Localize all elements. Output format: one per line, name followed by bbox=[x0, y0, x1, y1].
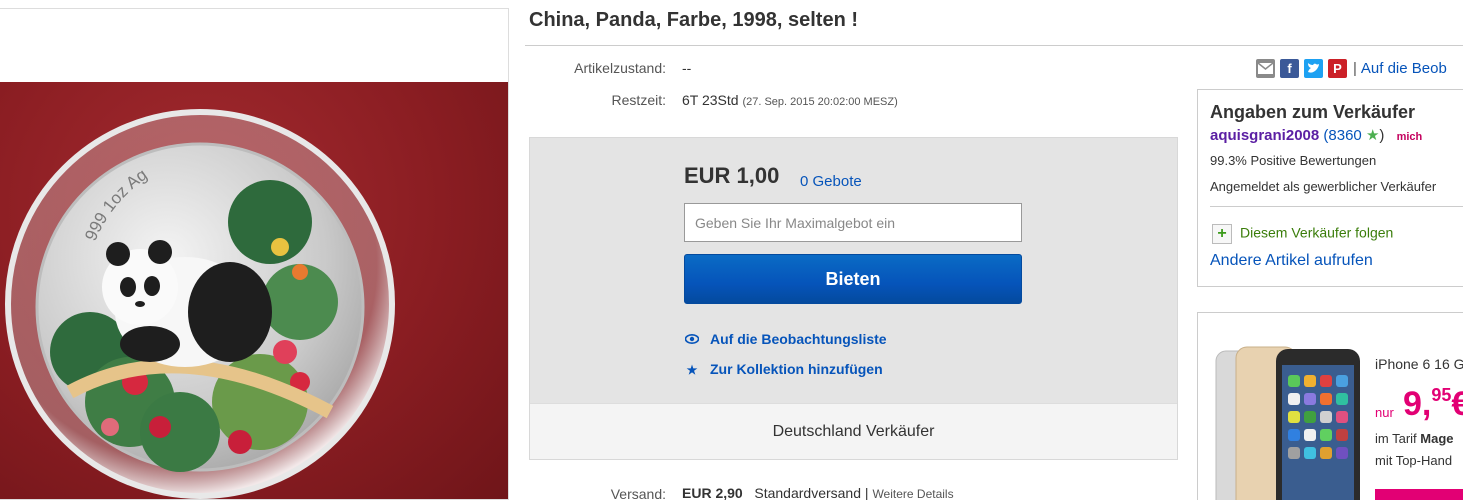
business-seller-note: Angemeldet als gewerblicher Verkäufer bbox=[1210, 179, 1437, 194]
facebook-icon[interactable]: f bbox=[1280, 59, 1299, 78]
image-panel: 999 1oz Ag bbox=[0, 8, 509, 500]
time-left-label: Restzeit: bbox=[611, 92, 666, 108]
ad-tariff-prefix: im Tarif bbox=[1375, 431, 1417, 446]
ad-price: 9,95€ bbox=[1403, 385, 1463, 424]
item-title: China, Panda, Farbe, 1998, selten ! bbox=[529, 9, 859, 31]
star-icon: ★ bbox=[1365, 127, 1380, 144]
other-items-link[interactable]: Andere Artikel aufrufen bbox=[1210, 252, 1373, 270]
ad-product-name: iPhone 6 16 G bbox=[1375, 356, 1463, 372]
time-left-remaining: 6T 23Std bbox=[682, 92, 739, 108]
collection-link-label: Zur Kollektion hinzufügen bbox=[710, 361, 883, 377]
pinterest-icon[interactable]: P bbox=[1328, 59, 1347, 78]
add-to-watchlist-link[interactable]: Auf die Beobachtungsliste bbox=[684, 331, 887, 347]
ad-tariff-line2: mit Top-Hand bbox=[1375, 453, 1453, 468]
seller-name-row: aquisgrani2008 (8360 ★) mich bbox=[1210, 126, 1422, 144]
me-badge[interactable]: mich bbox=[1397, 131, 1423, 143]
title-divider bbox=[525, 45, 1463, 46]
shipping-price: EUR 2,90 bbox=[682, 485, 743, 500]
seller-location: Deutschland Verkäufer bbox=[530, 403, 1177, 459]
plus-icon: + bbox=[1212, 224, 1232, 244]
watch-link-label: Auf die Beobachtungsliste bbox=[710, 331, 887, 347]
shipping-method: Standardversand bbox=[754, 485, 862, 500]
share-row: f P | Auf die Beob bbox=[1256, 59, 1447, 79]
time-left-value: 6T 23Std (27. Sep. 2015 20:02:00 MESZ) bbox=[682, 92, 898, 108]
bid-box: EUR 1,00 0 Gebote Bieten Auf die Beobach… bbox=[529, 137, 1178, 460]
share-separator: | bbox=[1353, 60, 1357, 77]
shipping-label: Versand: bbox=[610, 486, 666, 500]
time-left-end-date: (27. Sep. 2015 20:02:00 MESZ) bbox=[742, 96, 898, 108]
bid-button[interactable]: Bieten bbox=[684, 254, 1022, 304]
star-icon: ★ bbox=[686, 363, 698, 377]
max-bid-input[interactable] bbox=[684, 203, 1022, 242]
ad-price-cents: 95 bbox=[1431, 385, 1452, 405]
shipping-info: EUR 2,90 Standardversand | Weitere Detai… bbox=[682, 485, 954, 500]
header-watch-link[interactable]: Auf die Beob bbox=[1361, 60, 1447, 77]
seller-divider bbox=[1210, 206, 1463, 207]
twitter-icon[interactable] bbox=[1304, 59, 1323, 78]
ad-price-suffix: € bbox=[1451, 385, 1463, 423]
item-photo[interactable]: 999 1oz Ag bbox=[0, 82, 508, 499]
current-price: EUR 1,00 bbox=[684, 163, 780, 188]
coin-image: 999 1oz Ag bbox=[5, 109, 395, 499]
condition-label: Artikelzustand: bbox=[574, 60, 666, 76]
shipping-separator: | bbox=[864, 485, 869, 500]
feedback-close: ) bbox=[1379, 127, 1385, 144]
email-icon[interactable] bbox=[1256, 59, 1275, 78]
bid-count-link[interactable]: 0 Gebote bbox=[800, 173, 862, 190]
follow-seller-label: Diesem Verkäufer folgen bbox=[1240, 224, 1394, 241]
condition-value: -- bbox=[682, 60, 692, 76]
ad-price-prefix: nur bbox=[1375, 405, 1394, 420]
shipping-details-link[interactable]: Weitere Details bbox=[872, 487, 953, 500]
seller-info-box: Angaben zum Verkäufer aquisgrani2008 (83… bbox=[1197, 89, 1463, 287]
feedback-score-link[interactable]: 8360 bbox=[1328, 127, 1361, 144]
eye-icon bbox=[684, 333, 700, 347]
iphone-advertisement[interactable]: iPhone 6 16 G nur 9,95€ im Tarif Mage mi… bbox=[1197, 312, 1463, 500]
ad-cta-bar[interactable] bbox=[1375, 489, 1463, 500]
seller-heading: Angaben zum Verkäufer bbox=[1210, 102, 1416, 122]
positive-feedback: 99.3% Positive Bewertungen bbox=[1210, 153, 1377, 168]
seller-username-link[interactable]: aquisgrani2008 bbox=[1210, 127, 1319, 144]
iphone-product-image bbox=[1215, 346, 1360, 500]
add-to-collection-link[interactable]: ★ Zur Kollektion hinzufügen bbox=[684, 361, 883, 377]
follow-seller-link[interactable]: + Diesem Verkäufer folgen bbox=[1212, 224, 1393, 244]
ad-tariff-name: Mage bbox=[1420, 431, 1454, 446]
ad-tariff: im Tarif Mage bbox=[1375, 431, 1454, 446]
ad-price-main: 9, bbox=[1403, 385, 1432, 423]
